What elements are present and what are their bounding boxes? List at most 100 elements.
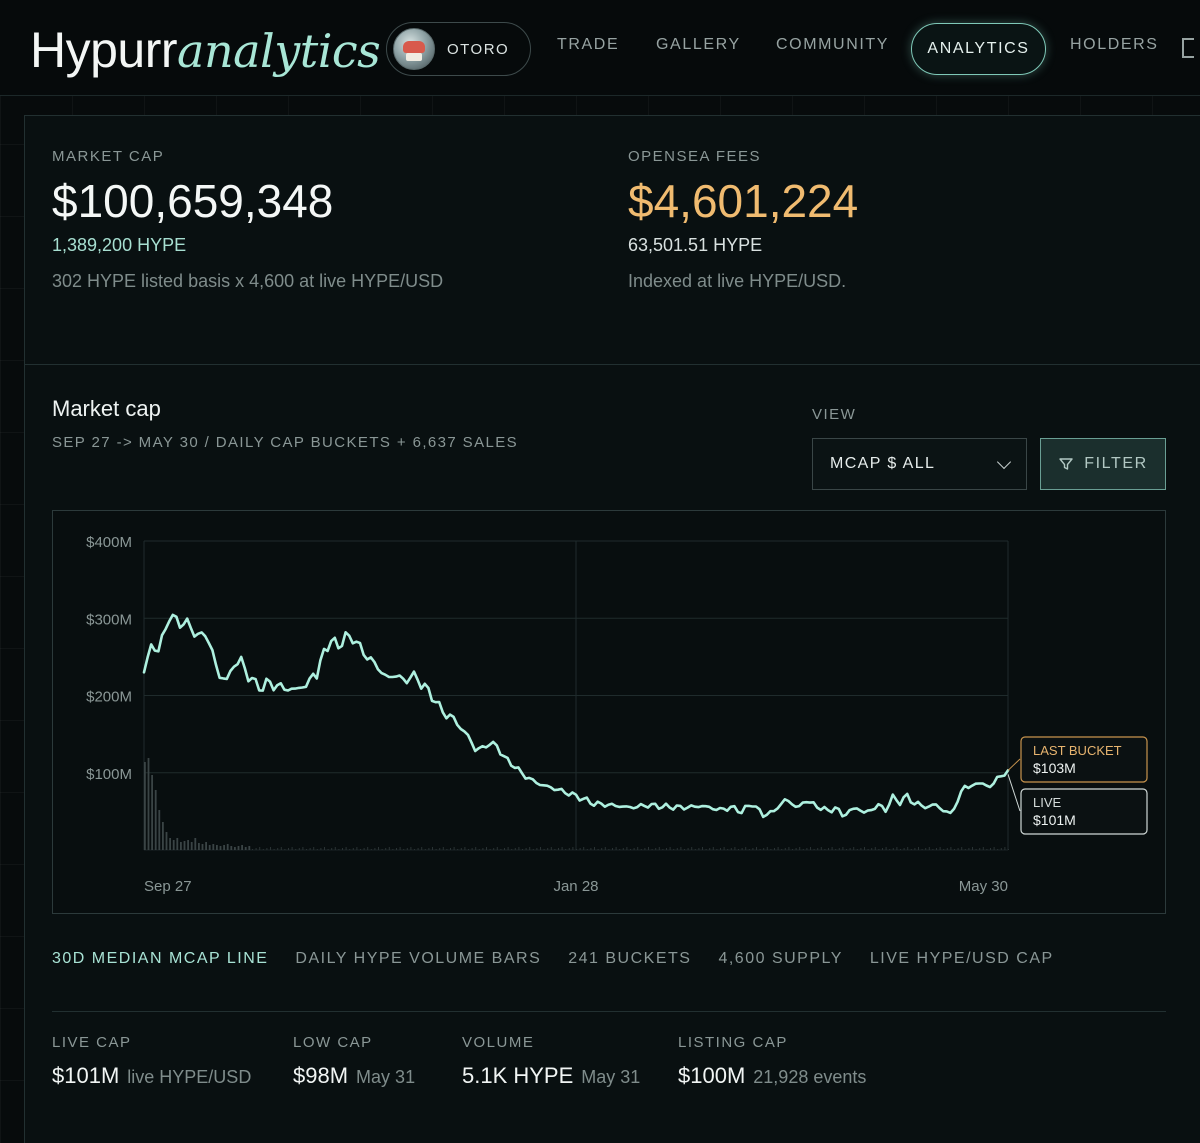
nav-overflow-item[interactable] <box>1182 38 1194 58</box>
volume-bar <box>453 847 455 850</box>
volume-bar <box>396 848 397 850</box>
volume-bar <box>709 848 711 850</box>
stat-note: May 31 <box>356 1067 416 1087</box>
volume-bar <box>867 849 869 850</box>
volume-bar <box>597 849 599 850</box>
opensea-fees-hype: 63,501.51 HYPE <box>628 235 763 255</box>
volume-bar <box>518 847 520 850</box>
volume-bar <box>925 848 927 850</box>
volume-bar <box>237 846 240 850</box>
view-select[interactable]: MCAP $ ALL <box>812 438 1027 490</box>
market-cap-stat: MARKET CAP $100,659,348 1,389,200 HYPE 3… <box>52 148 443 292</box>
filter-button[interactable]: FILTER <box>1040 438 1166 490</box>
volume-bar <box>842 847 844 850</box>
volume-bar <box>655 848 657 850</box>
volume-bar <box>957 848 959 850</box>
token-selector[interactable]: OTORO <box>386 22 531 76</box>
volume-bar <box>374 848 376 850</box>
volume-bar <box>734 847 736 850</box>
volume-bar <box>165 832 168 850</box>
volume-bar <box>216 845 218 850</box>
volume-bar <box>464 847 466 850</box>
top-nav: Hypurranalytics OTORO TRADE GALLERY COMM… <box>0 0 1200 96</box>
x-tick-label: May 30 <box>959 878 1008 895</box>
volume-bar <box>619 849 621 850</box>
section-divider <box>25 364 1200 365</box>
volume-bar <box>874 847 876 850</box>
volume-bar <box>316 849 318 850</box>
volume-bar <box>176 838 179 850</box>
volume-bar <box>198 843 200 850</box>
volume-bar <box>601 848 603 850</box>
volume-bar <box>410 847 412 850</box>
volume-bar <box>640 849 642 850</box>
stat-volume: VOLUME 5.1K HYPE May 31 <box>462 1034 640 1089</box>
volume-bar <box>608 849 610 850</box>
volume-bar <box>889 849 891 850</box>
market-cap-hype: 1,389,200 HYPE <box>52 235 187 255</box>
legend-live-cap: LIVE HYPE/USD CAP <box>869 950 1054 967</box>
market-cap-label: MARKET CAP <box>52 148 165 165</box>
nav-community[interactable]: COMMUNITY <box>776 36 889 54</box>
volume-bar <box>432 847 433 850</box>
volume-bar <box>968 848 970 850</box>
volume-bar <box>698 848 700 850</box>
volume-bar <box>288 848 289 850</box>
volume-bar <box>748 849 750 850</box>
volume-bar <box>921 849 923 850</box>
volume-bar <box>946 848 948 850</box>
volume-bar <box>622 848 624 850</box>
volume-bar <box>147 758 150 850</box>
volume-bar <box>982 847 984 850</box>
volume-bar <box>320 848 322 850</box>
volume-bar <box>259 847 261 850</box>
volume-bar <box>532 849 534 850</box>
volume-bar <box>324 847 325 850</box>
volume-bar <box>759 849 761 850</box>
volume-bar <box>356 847 358 850</box>
stat-note: 21,928 events <box>753 1067 867 1087</box>
volume-bar <box>187 840 189 850</box>
volume-bar <box>489 849 491 850</box>
volume-bar <box>820 847 822 850</box>
volume-bar <box>327 849 329 850</box>
nav-holders[interactable]: HOLDERS <box>1070 36 1159 54</box>
volume-bar <box>914 848 916 850</box>
volume-bar <box>770 849 772 850</box>
volume-bar <box>363 848 365 850</box>
volume-bar <box>241 845 243 850</box>
volume-bar <box>244 847 247 850</box>
stat-label: LIVE CAP <box>52 1034 132 1051</box>
volume-bar <box>388 847 390 850</box>
stat-value: $98M <box>293 1063 349 1088</box>
volume-bar <box>860 848 862 850</box>
volume-bar <box>612 848 613 850</box>
volume-bar <box>144 762 146 850</box>
volume-bar <box>572 847 574 850</box>
stats-divider <box>52 1011 1166 1012</box>
volume-bar <box>500 849 502 850</box>
opensea-fees-value: $4,601,224 <box>628 175 859 227</box>
app-logo[interactable]: Hypurranalytics <box>30 20 381 81</box>
volume-bar <box>651 849 653 850</box>
volume-bar <box>558 848 559 850</box>
volume-bar <box>511 849 513 850</box>
filter-button-label: FILTER <box>1084 455 1148 472</box>
volume-bar <box>939 847 941 850</box>
volume-bar <box>788 847 790 850</box>
volume-bar <box>381 849 383 850</box>
nav-trade[interactable]: TRADE <box>557 36 619 54</box>
volume-bar <box>720 848 721 850</box>
volume-bar <box>727 849 729 850</box>
tag-value: $103M <box>1033 760 1076 776</box>
nav-gallery[interactable]: GALLERY <box>656 36 741 54</box>
volume-bar <box>738 849 739 850</box>
volume-bar <box>486 847 487 850</box>
volume-bar <box>900 849 901 850</box>
volume-bar <box>162 822 164 850</box>
volume-bar <box>475 847 477 850</box>
volume-bar <box>741 848 743 850</box>
volume-bar <box>979 848 981 850</box>
nav-analytics[interactable]: ANALYTICS <box>911 23 1046 75</box>
volume-bar <box>183 841 186 850</box>
